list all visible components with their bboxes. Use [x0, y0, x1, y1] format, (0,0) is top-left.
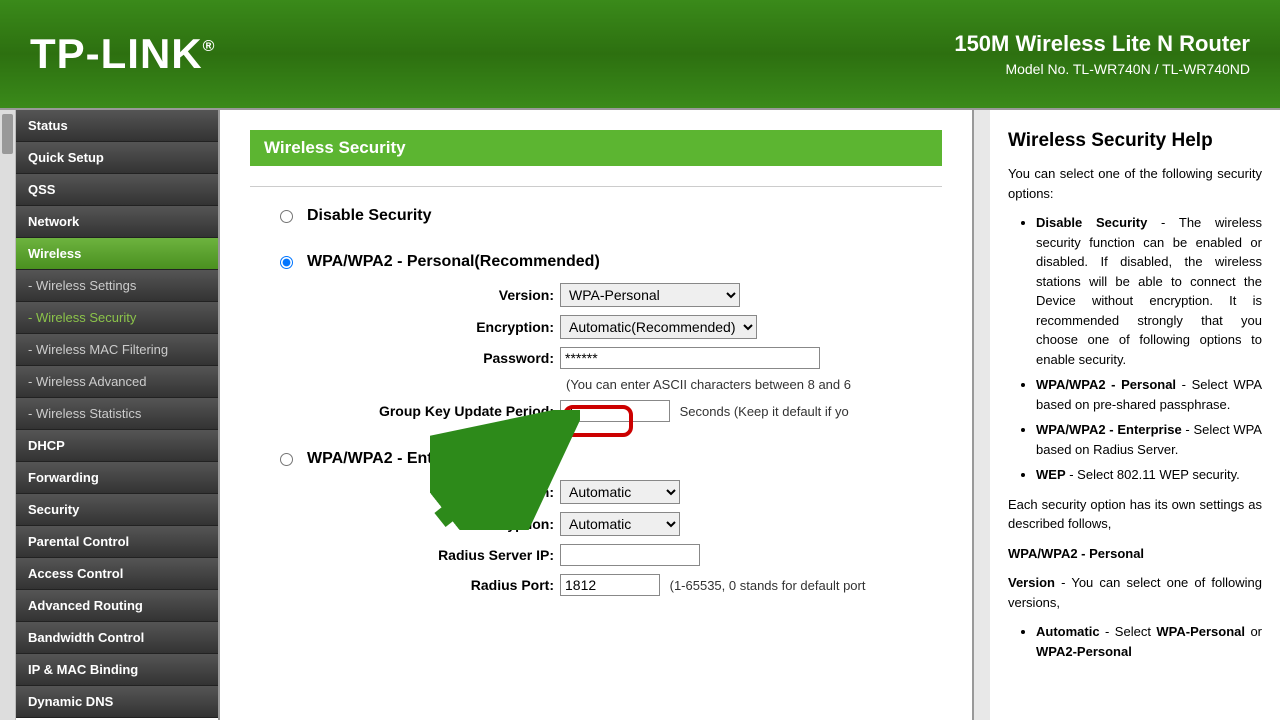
sidebar-item-forwarding[interactable]: Forwarding — [16, 462, 218, 494]
header-right: 150M Wireless Lite N Router Model No. TL… — [954, 31, 1250, 77]
brand-text: TP-LINK — [30, 30, 203, 77]
help-version: Version - You can select one of followin… — [1008, 573, 1262, 612]
field-password: Password: — [310, 347, 942, 369]
field-version-enterprise: Version: Automatic — [310, 480, 942, 504]
radius-port-input[interactable] — [560, 574, 660, 596]
help-opt-wpa-p: WPA/WPA2 - Personal - Select WPA based o… — [1036, 375, 1262, 414]
content-scrollbar[interactable] — [974, 110, 990, 720]
help-each-option: Each security option has its own setting… — [1008, 495, 1262, 534]
field-gkup: Group Key Update Period: Seconds (Keep i… — [310, 400, 942, 422]
field-radius-port: Radius Port: (1-65535, 0 stands for defa… — [310, 574, 942, 596]
field-radius-ip: Radius Server IP: — [310, 544, 942, 566]
content: Wireless Security Disable Security WPA/W… — [220, 110, 974, 720]
sidebar-item-dhcp[interactable]: DHCP — [16, 430, 218, 462]
help-panel: Wireless Security Help You can select on… — [990, 110, 1280, 720]
sidebar-item-parental-control[interactable]: Parental Control — [16, 526, 218, 558]
version-label: Version: — [310, 287, 560, 303]
radio-wpa-personal[interactable] — [280, 256, 293, 269]
field-version-personal: Version: WPA-Personal — [310, 283, 942, 307]
sidebar-item-wireless-security[interactable]: - Wireless Security — [16, 302, 218, 334]
sidebar-item-access-control[interactable]: Access Control — [16, 558, 218, 590]
sidebar-item-dynamic-dns[interactable]: Dynamic DNS — [16, 686, 218, 718]
sidebar-item-quick-setup[interactable]: Quick Setup — [16, 142, 218, 174]
model-no: Model No. TL-WR740N / TL-WR740ND — [954, 61, 1250, 77]
field-encryption-enterprise: Encryption: Automatic — [310, 512, 942, 536]
gkup-input[interactable] — [560, 400, 670, 422]
help-intro: You can select one of the following secu… — [1008, 164, 1262, 203]
content-wrap: Wireless Security Disable Security WPA/W… — [218, 110, 1280, 720]
password-input[interactable] — [560, 347, 820, 369]
disable-label: Disable Security — [307, 207, 432, 225]
encryption-label-e: Encryption: — [310, 516, 560, 532]
sidebar-item-wireless-advanced[interactable]: - Wireless Advanced — [16, 366, 218, 398]
radius-port-label: Radius Port: — [310, 577, 560, 593]
radius-port-hint: (1-65535, 0 stands for default port — [670, 578, 866, 593]
radio-wpa-enterprise[interactable] — [280, 453, 293, 466]
help-wpa-p-heading: WPA/WPA2 - Personal — [1008, 544, 1262, 564]
sidebar-item-wireless-mac-filtering[interactable]: - Wireless MAC Filtering — [16, 334, 218, 366]
sidebar-scrollbar[interactable] — [0, 110, 16, 720]
sidebar-item-qss[interactable]: QSS — [16, 174, 218, 206]
encryption-select-enterprise[interactable]: Automatic — [560, 512, 680, 536]
version-select-personal[interactable]: WPA-Personal — [560, 283, 740, 307]
option-wpa-enterprise[interactable]: WPA/WPA2 - Enterprise — [280, 450, 942, 468]
help-options-list: Disable Security - The wireless security… — [1036, 213, 1262, 485]
section-title: Wireless Security — [250, 130, 942, 166]
option-disable-security[interactable]: Disable Security — [280, 207, 942, 225]
help-opt-wpa-e: WPA/WPA2 - Enterprise - Select WPA based… — [1036, 420, 1262, 459]
wpa-enterprise-label: WPA/WPA2 - Enterprise — [307, 450, 486, 468]
sidebar-item-wireless[interactable]: Wireless — [16, 238, 218, 270]
password-hint: (You can enter ASCII characters between … — [566, 377, 942, 392]
sidebar-item-wireless-settings[interactable]: - Wireless Settings — [16, 270, 218, 302]
sidebar-item-ip-mac-binding[interactable]: IP & MAC Binding — [16, 654, 218, 686]
sidebar: StatusQuick SetupQSSNetworkWireless- Wir… — [16, 110, 218, 720]
gkup-label: Group Key Update Period: — [310, 403, 560, 419]
brand-logo: TP-LINK® — [30, 30, 215, 78]
help-opt-wep: WEP - Select 802.11 WEP security. — [1036, 465, 1262, 485]
reg-mark: ® — [203, 38, 216, 55]
header: TP-LINK® 150M Wireless Lite N Router Mod… — [0, 0, 1280, 110]
radius-ip-input[interactable] — [560, 544, 700, 566]
sidebar-wrap: StatusQuick SetupQSSNetworkWireless- Wir… — [0, 110, 218, 720]
sidebar-item-security[interactable]: Security — [16, 494, 218, 526]
sidebar-item-wireless-statistics[interactable]: - Wireless Statistics — [16, 398, 218, 430]
divider — [250, 186, 942, 187]
sidebar-item-bandwidth-control[interactable]: Bandwidth Control — [16, 622, 218, 654]
radius-ip-label: Radius Server IP: — [310, 547, 560, 563]
field-encryption-personal: Encryption: Automatic(Recommended) — [310, 315, 942, 339]
version-select-enterprise[interactable]: Automatic — [560, 480, 680, 504]
password-label: Password: — [310, 350, 560, 366]
help-opt-disable: Disable Security - The wireless security… — [1036, 213, 1262, 369]
option-wpa-personal[interactable]: WPA/WPA2 - Personal(Recommended) — [280, 253, 942, 271]
gkup-hint: Seconds (Keep it default if yo — [680, 404, 849, 419]
main: StatusQuick SetupQSSNetworkWireless- Wir… — [0, 110, 1280, 720]
radio-disable[interactable] — [280, 210, 293, 223]
version-label-e: Version: — [310, 484, 560, 500]
sidebar-item-network[interactable]: Network — [16, 206, 218, 238]
help-title: Wireless Security Help — [1008, 130, 1262, 152]
help-version-auto: Automatic - Select WPA-Personal or WPA2-… — [1036, 622, 1262, 661]
sidebar-item-advanced-routing[interactable]: Advanced Routing — [16, 590, 218, 622]
encryption-select-personal[interactable]: Automatic(Recommended) — [560, 315, 757, 339]
product-title: 150M Wireless Lite N Router — [954, 31, 1250, 57]
wpa-personal-label: WPA/WPA2 - Personal(Recommended) — [307, 253, 600, 271]
sidebar-item-status[interactable]: Status — [16, 110, 218, 142]
encryption-label: Encryption: — [310, 319, 560, 335]
help-version-list: Automatic - Select WPA-Personal or WPA2-… — [1036, 622, 1262, 661]
